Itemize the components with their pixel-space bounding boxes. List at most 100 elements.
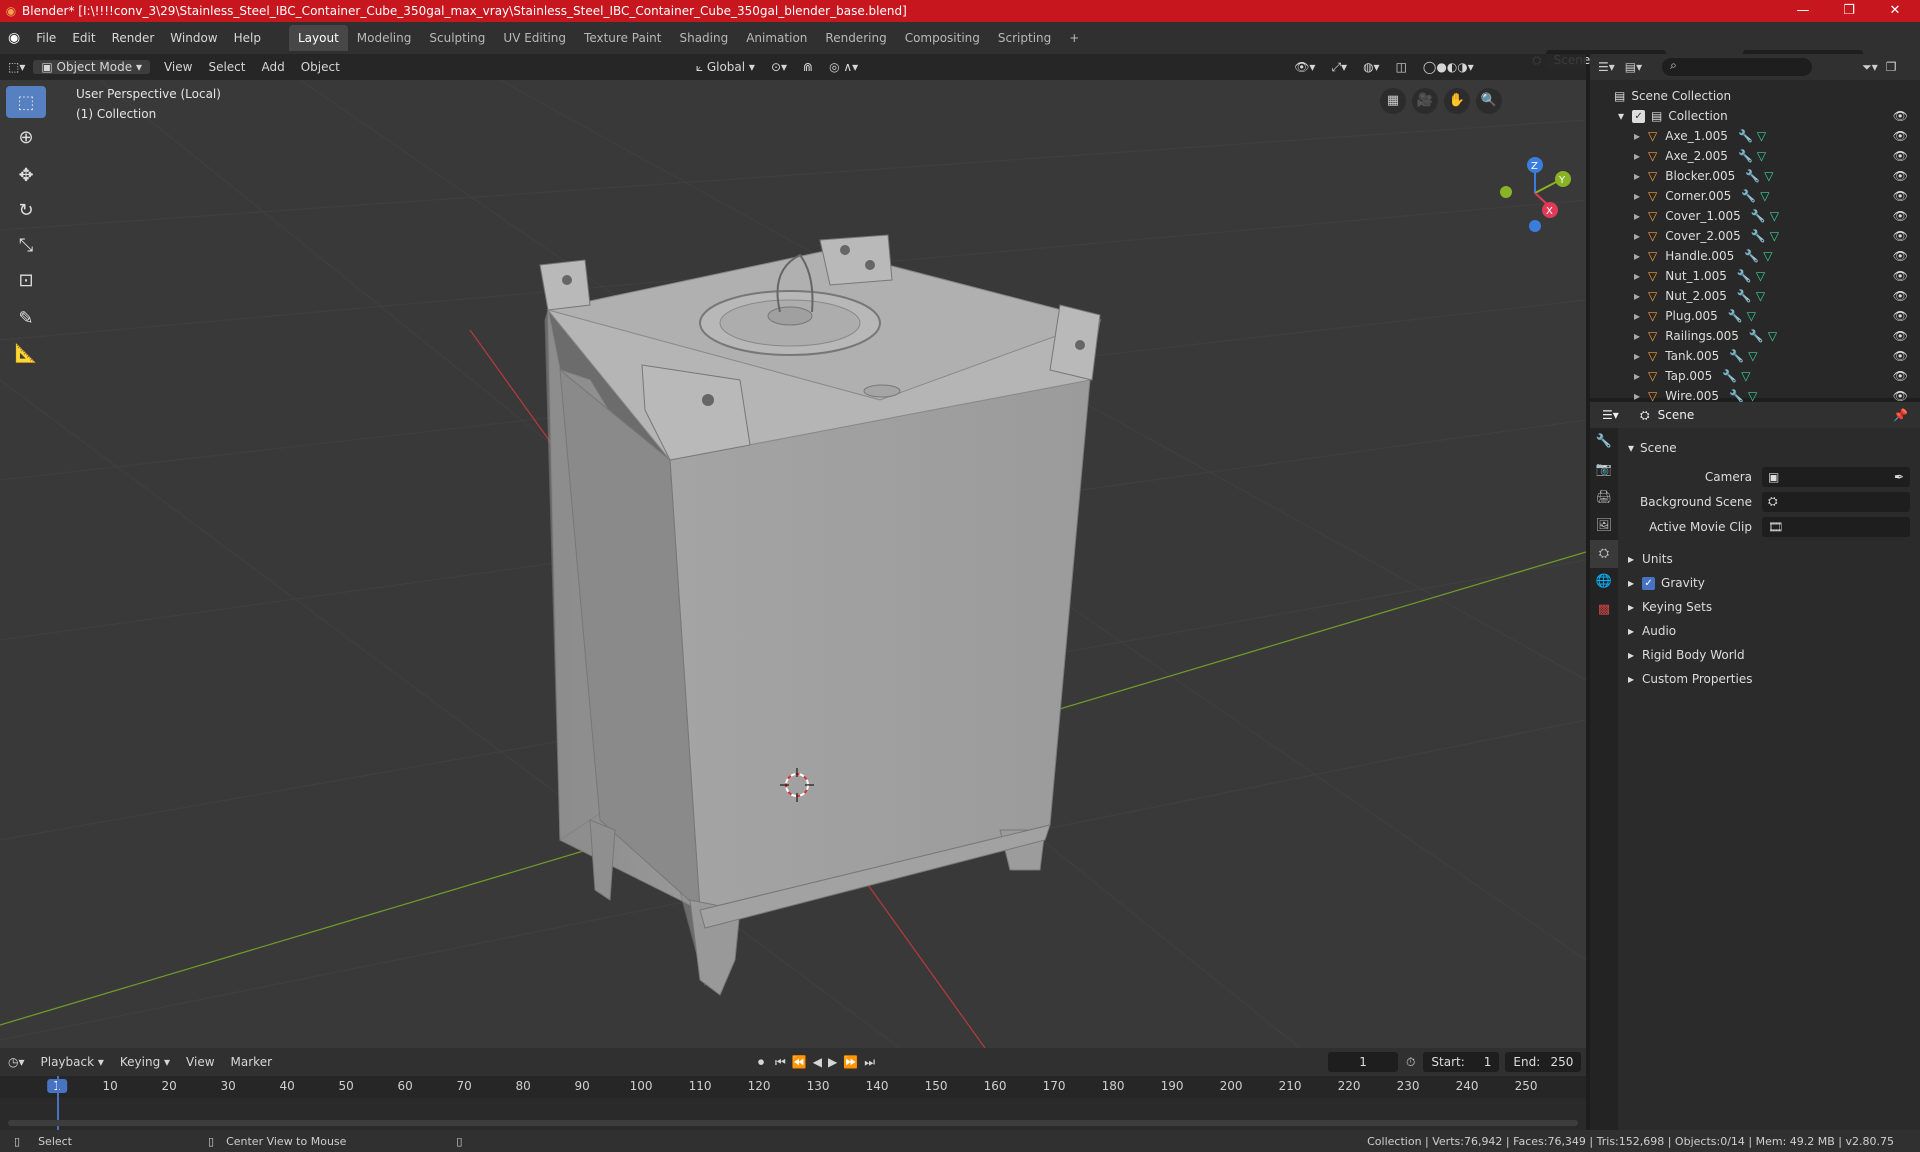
- collection-checkbox-icon[interactable]: ✓: [1632, 109, 1646, 123]
- measure-tool-icon[interactable]: 📐: [6, 337, 46, 369]
- modifier-icon[interactable]: 🔧: [1738, 149, 1753, 163]
- timeline-menu-marker[interactable]: Marker: [223, 1055, 280, 1069]
- eye-icon[interactable]: 👁: [1893, 209, 1908, 223]
- custom-properties-panel[interactable]: ▸ Custom Properties: [1618, 667, 1920, 691]
- texture-tab-icon[interactable]: ▩: [1590, 596, 1618, 624]
- gravity-checkbox[interactable]: ✓: [1642, 576, 1656, 590]
- modifier-icon[interactable]: 🔧: [1751, 209, 1766, 223]
- xray-icon[interactable]: ◫: [1388, 60, 1415, 74]
- movie-clip-field[interactable]: 🎞: [1762, 516, 1910, 537]
- expand-arrow-icon[interactable]: ▸: [1634, 329, 1640, 343]
- gravity-panel[interactable]: ▸ ✓ Gravity: [1618, 571, 1920, 595]
- filter-icon[interactable]: ⏷▾: [1862, 60, 1878, 75]
- mesh-data-icon[interactable]: ▽: [1770, 229, 1779, 243]
- mode-dropdown[interactable]: ▣ Object Mode ▾: [33, 60, 150, 74]
- outliner-editor-icon[interactable]: ☰▾: [1598, 60, 1615, 74]
- mesh-data-icon[interactable]: ▽: [1763, 249, 1772, 263]
- pin-icon[interactable]: 📌: [1893, 408, 1908, 422]
- mesh-data-icon[interactable]: ▽: [1748, 389, 1757, 403]
- viewport-menu-select[interactable]: Select: [200, 60, 253, 74]
- eye-icon[interactable]: 👁: [1893, 349, 1908, 363]
- blender-menu-icon[interactable]: ◉: [0, 26, 28, 50]
- modifier-icon[interactable]: 🔧: [1749, 329, 1764, 343]
- toggle-view-grid-icon[interactable]: ▦: [1380, 88, 1406, 114]
- tab-uv-editing[interactable]: UV Editing: [494, 25, 575, 51]
- editor-type-icon[interactable]: ⬚▾: [0, 60, 33, 74]
- outliner-search-input[interactable]: ⌕: [1662, 58, 1813, 76]
- prev-keyframe-icon[interactable]: ⏪: [789, 1055, 810, 1069]
- outliner-item[interactable]: ▸ ▽ Nut_2.005 🔧 ▽ 👁: [1590, 286, 1920, 306]
- expand-arrow-icon[interactable]: ▸: [1634, 269, 1640, 283]
- expand-arrow-icon[interactable]: ▸: [1634, 289, 1640, 303]
- outliner-item[interactable]: ▸ ▽ Axe_1.005 🔧 ▽ 👁: [1590, 126, 1920, 146]
- expand-arrow-icon[interactable]: ▸: [1634, 129, 1640, 143]
- new-collection-icon[interactable]: ❐: [1886, 60, 1897, 74]
- scale-tool-icon[interactable]: ⤡: [6, 229, 46, 261]
- mesh-data-icon[interactable]: ▽: [1770, 209, 1779, 223]
- keying-sets-panel[interactable]: ▸ Keying Sets: [1618, 595, 1920, 619]
- viewport-menu-view[interactable]: View: [156, 60, 200, 74]
- tab-scripting[interactable]: Scripting: [989, 25, 1060, 51]
- expand-arrow-icon[interactable]: ▸: [1634, 229, 1640, 243]
- modifier-icon[interactable]: 🔧: [1737, 269, 1752, 283]
- rotate-tool-icon[interactable]: ↻: [6, 194, 46, 226]
- eye-icon[interactable]: 👁: [1893, 109, 1908, 123]
- expand-arrow-icon[interactable]: ▸: [1634, 389, 1640, 403]
- navigation-gizmo[interactable]: Z Y X: [1500, 157, 1571, 232]
- mesh-data-icon[interactable]: ▽: [1748, 349, 1757, 363]
- outliner-item[interactable]: ▸ ▽ Tank.005 🔧 ▽ 👁: [1590, 346, 1920, 366]
- tab-compositing[interactable]: Compositing: [896, 25, 989, 51]
- transform-orientation-dropdown[interactable]: ⟀ Global ▾: [688, 60, 763, 75]
- frame-ruler[interactable]: 1102030405060708090100110120130140150160…: [0, 1076, 1586, 1098]
- mesh-data-icon[interactable]: ▽: [1756, 269, 1765, 283]
- outliner-item[interactable]: ▸ ▽ Cover_1.005 🔧 ▽ 👁: [1590, 206, 1920, 226]
- play-icon[interactable]: ▶: [825, 1055, 840, 1069]
- tab-modeling[interactable]: Modeling: [348, 25, 421, 51]
- cursor-tool-icon[interactable]: ⊕: [6, 121, 46, 153]
- tab-texture-paint[interactable]: Texture Paint: [575, 25, 670, 51]
- eye-icon[interactable]: 👁: [1893, 129, 1908, 143]
- outliner-item[interactable]: ▸ ▽ Plug.005 🔧 ▽ 👁: [1590, 306, 1920, 326]
- mesh-data-icon[interactable]: ▽: [1768, 329, 1777, 343]
- modifier-icon[interactable]: 🔧: [1737, 289, 1752, 303]
- expand-arrow-icon[interactable]: ▸: [1634, 169, 1640, 183]
- modifier-icon[interactable]: 🔧: [1728, 309, 1743, 323]
- eye-icon[interactable]: 👁: [1893, 229, 1908, 243]
- units-panel[interactable]: ▸ Units: [1618, 547, 1920, 571]
- outliner-item[interactable]: ▸ ▽ Blocker.005 🔧 ▽ 👁: [1590, 166, 1920, 186]
- tab-shading[interactable]: Shading: [670, 25, 737, 51]
- stopwatch-icon[interactable]: ⏱: [1398, 1055, 1423, 1070]
- modifier-icon[interactable]: 🔧: [1744, 249, 1759, 263]
- view-layer-tab-icon[interactable]: 🖼: [1590, 512, 1618, 540]
- eyedropper-icon[interactable]: ✒: [1894, 470, 1904, 484]
- menu-file[interactable]: File: [28, 26, 64, 50]
- modifier-icon[interactable]: 🔧: [1745, 169, 1760, 183]
- eye-icon[interactable]: 👁: [1893, 149, 1908, 163]
- timeline-editor-icon[interactable]: ◷▾: [0, 1055, 33, 1069]
- mesh-data-icon[interactable]: ▽: [1764, 169, 1773, 183]
- rigid-body-world-panel[interactable]: ▸ Rigid Body World: [1618, 643, 1920, 667]
- minimize-icon[interactable]: —: [1780, 0, 1826, 22]
- zoom-view-icon[interactable]: 🔍: [1476, 88, 1502, 114]
- modifier-icon[interactable]: 🔧: [1729, 389, 1744, 403]
- expand-arrow-icon[interactable]: ▸: [1634, 309, 1640, 323]
- render-tab-icon[interactable]: 📷: [1590, 456, 1618, 484]
- mesh-data-icon[interactable]: ▽: [1757, 129, 1766, 143]
- mesh-data-icon[interactable]: ▽: [1741, 369, 1750, 383]
- expand-arrow-icon[interactable]: ▸: [1634, 149, 1640, 163]
- eye-icon[interactable]: 👁: [1893, 269, 1908, 283]
- mesh-data-icon[interactable]: ▽: [1756, 289, 1765, 303]
- close-icon[interactable]: ✕: [1872, 0, 1918, 22]
- viewport-menu-object[interactable]: Object: [293, 60, 348, 74]
- eye-icon[interactable]: 👁: [1893, 289, 1908, 303]
- eye-icon[interactable]: 👁: [1893, 309, 1908, 323]
- tab-animation[interactable]: Animation: [737, 25, 816, 51]
- move-tool-icon[interactable]: ✥: [6, 159, 46, 191]
- expand-arrow-icon[interactable]: ▸: [1634, 189, 1640, 203]
- outliner-item[interactable]: ▸ ▽ Railings.005 🔧 ▽ 👁: [1590, 326, 1920, 346]
- menu-help[interactable]: Help: [226, 26, 269, 50]
- mesh-data-icon[interactable]: ▽: [1760, 189, 1769, 203]
- pivot-point-icon[interactable]: ⊙▾: [763, 60, 795, 74]
- current-frame-field[interactable]: 1: [1328, 1052, 1399, 1072]
- record-icon[interactable]: ⏺: [750, 1055, 772, 1070]
